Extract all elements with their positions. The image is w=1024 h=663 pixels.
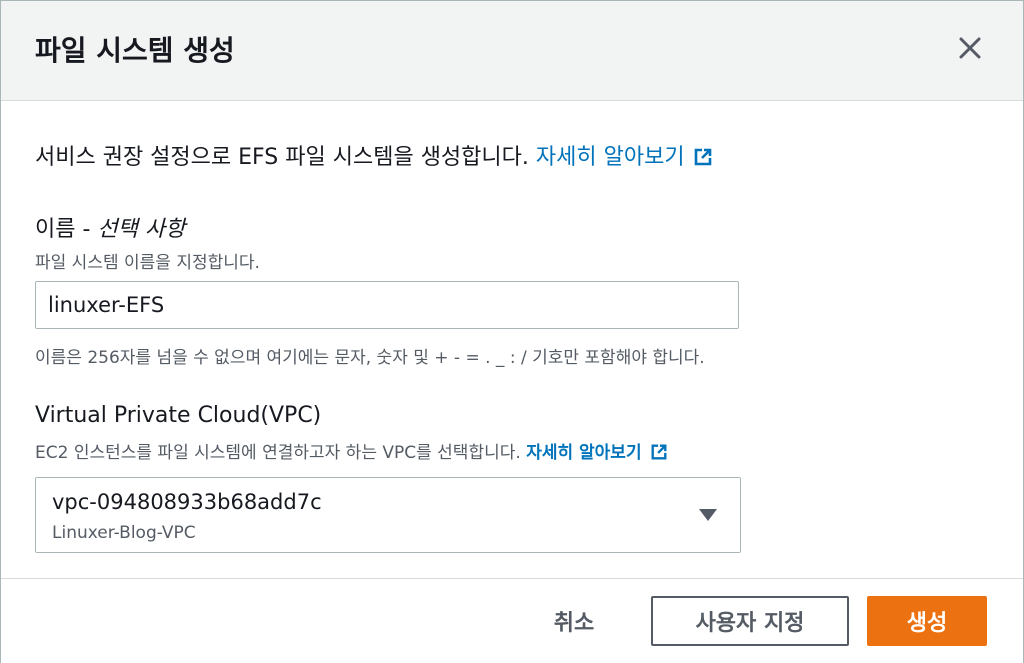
vpc-selected-name: Linuxer-Blog-VPC	[52, 523, 196, 543]
learn-more-link[interactable]: 자세히 알아보기	[536, 145, 713, 170]
cancel-button[interactable]: 취소	[529, 596, 619, 646]
dialog-title: 파일 시스템 생성	[35, 34, 235, 67]
external-link-icon	[694, 148, 711, 166]
name-field-label: 이름 - 선택 사항	[35, 211, 185, 243]
vpc-learn-more-label: 자세히 알아보기	[526, 443, 642, 463]
vpc-field-label: Virtual Private Cloud(VPC)	[35, 403, 322, 428]
name-input[interactable]	[35, 281, 739, 329]
name-constraint-text: 이름은 256자를 넘을 수 없으며 여기에는 문자, 숫자 및 + - = .…	[35, 348, 705, 368]
intro-text: 서비스 권장 설정으로 EFS 파일 시스템을 생성합니다. 자세히 알아보기	[35, 139, 713, 171]
vpc-field-description: EC2 인스턴스를 파일 시스템에 연결하고자 하는 VPC를 선택합니다. 자…	[35, 438, 668, 463]
learn-more-label: 자세히 알아보기	[535, 145, 685, 170]
external-link-icon	[651, 444, 667, 460]
customize-button[interactable]: 사용자 지정	[651, 596, 849, 646]
name-label: 이름 -	[35, 217, 98, 242]
vpc-selected-id: vpc-094808933b68add7c	[52, 490, 322, 514]
intro-description: 서비스 권장 설정으로 EFS 파일 시스템을 생성합니다.	[35, 145, 529, 170]
close-button[interactable]	[955, 33, 985, 63]
close-icon	[959, 37, 981, 59]
optional-tag: 선택 사항	[97, 217, 186, 242]
vpc-description-text: EC2 인스턴스를 파일 시스템에 연결하고자 하는 VPC를 선택합니다.	[35, 443, 521, 463]
dialog-header: 파일 시스템 생성	[1, 1, 1023, 101]
dialog-body: 서비스 권장 설정으로 EFS 파일 시스템을 생성합니다. 자세히 알아보기 …	[1, 101, 1023, 577]
vpc-learn-more-link[interactable]: 자세히 알아보기	[526, 443, 667, 463]
caret-down-icon	[699, 509, 717, 521]
create-button[interactable]: 생성	[867, 596, 987, 646]
name-field-description: 파일 시스템 이름을 지정합니다.	[35, 253, 260, 273]
create-file-system-dialog: 파일 시스템 생성 서비스 권장 설정으로 EFS 파일 시스템을 생성합니다.…	[0, 0, 1024, 663]
dialog-footer: 취소 사용자 지정 생성	[1, 578, 1023, 663]
vpc-select[interactable]: vpc-094808933b68add7c Linuxer-Blog-VPC	[35, 477, 741, 553]
